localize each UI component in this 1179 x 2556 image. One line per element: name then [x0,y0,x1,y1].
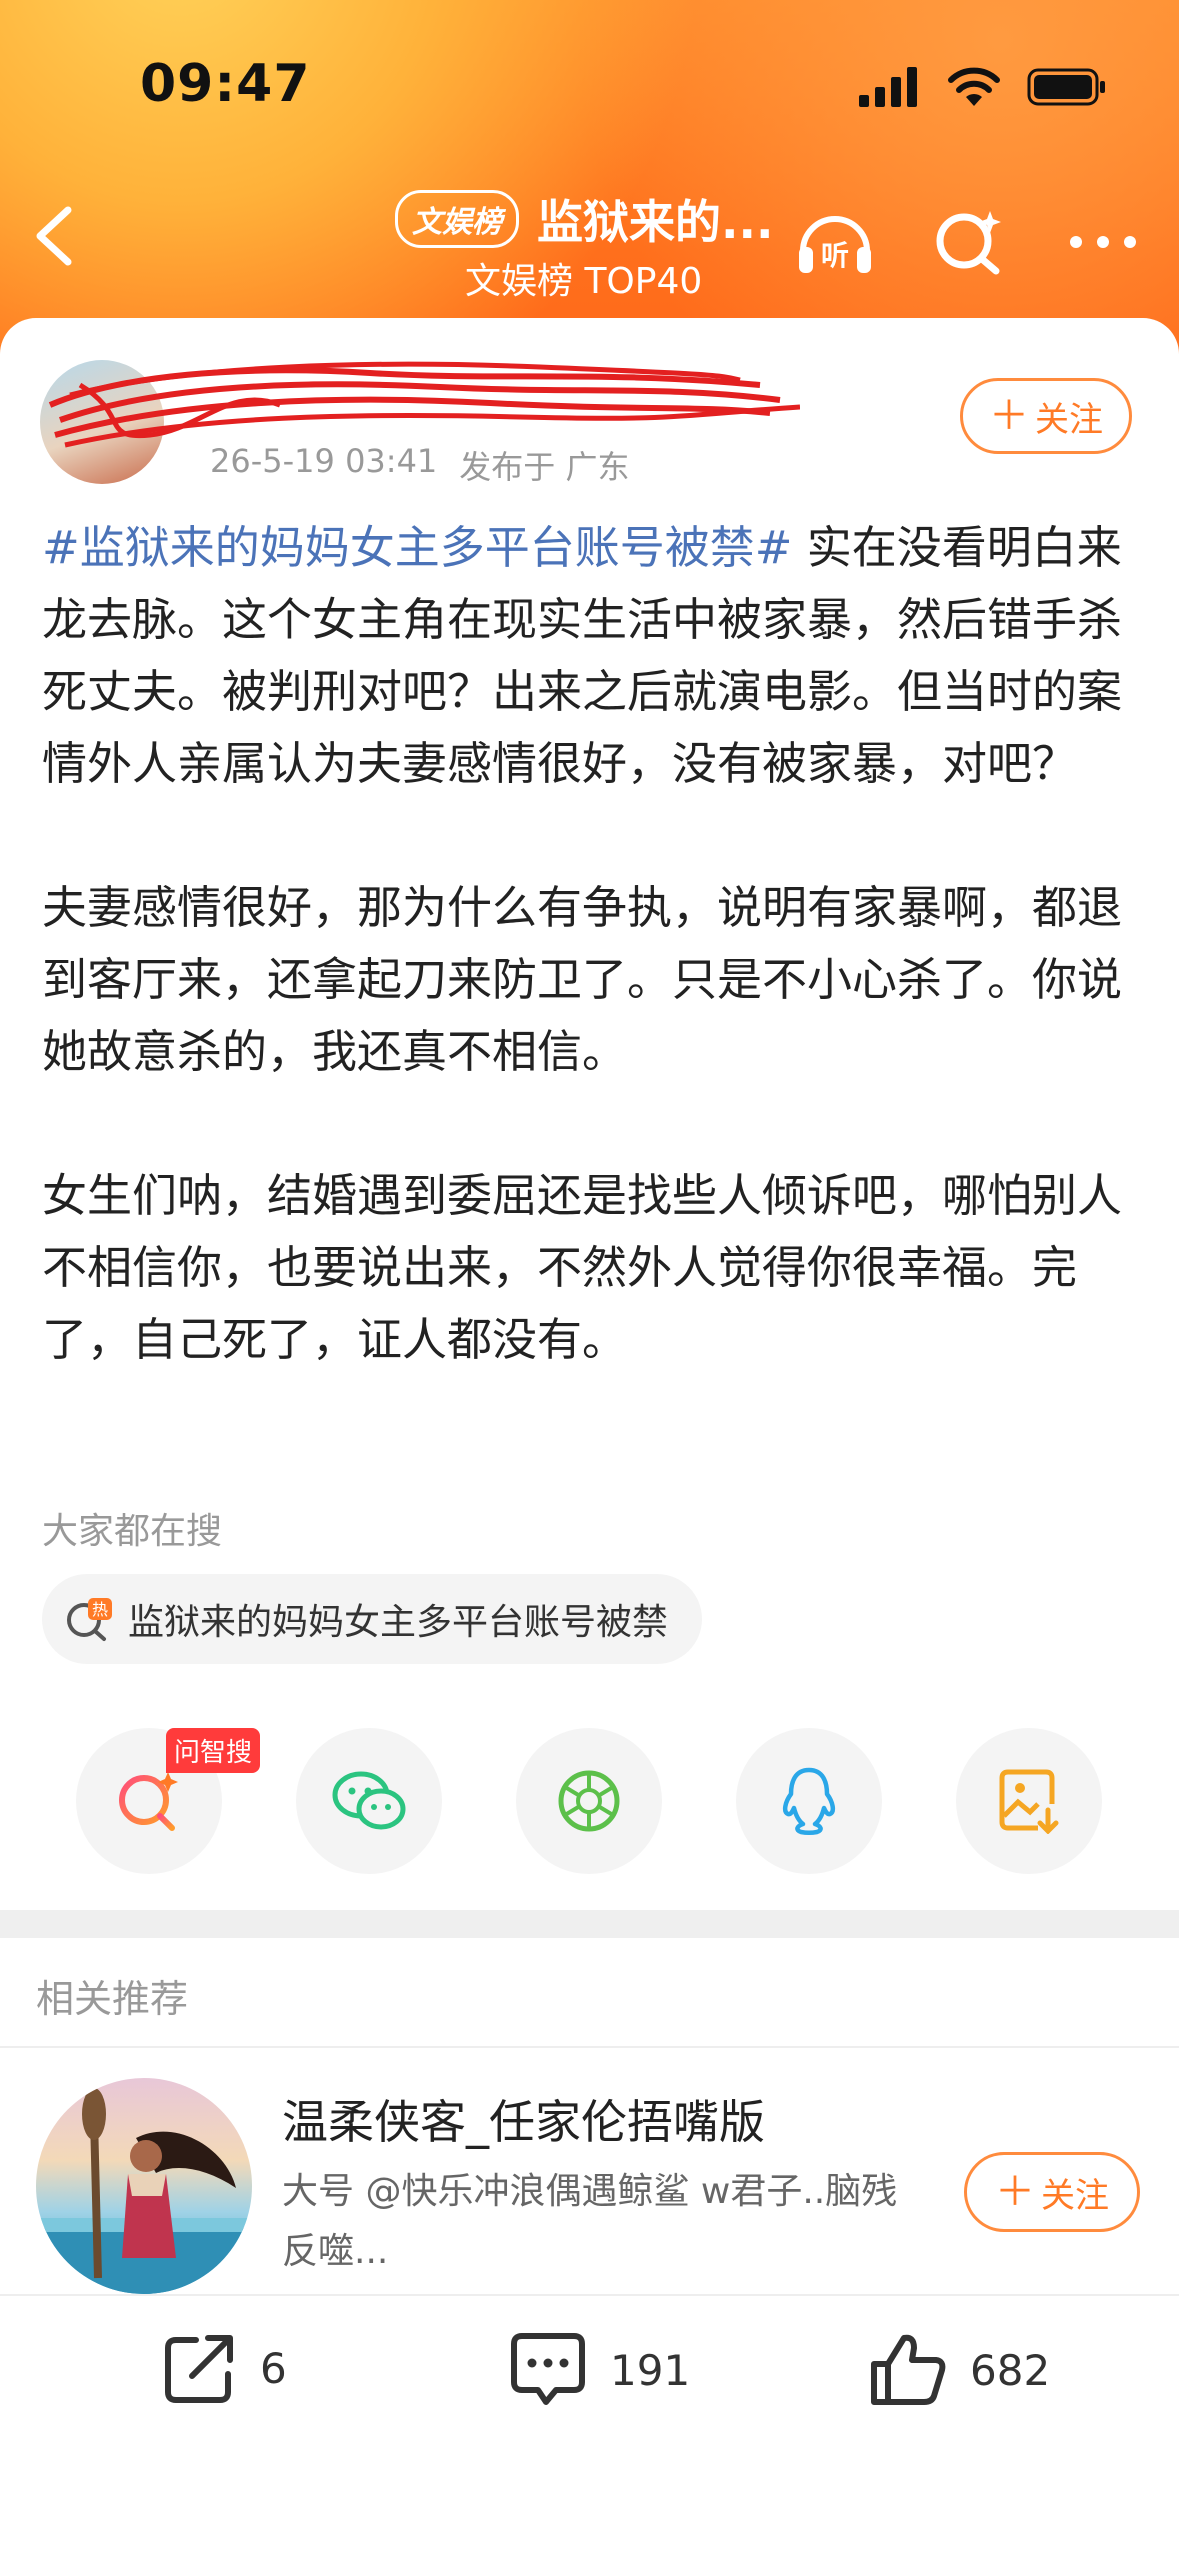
comment-count: 191 [610,2345,691,2395]
recommend-description: 大号 @快乐冲浪偶遇鲸鲨 w君子..脑残反噬... [282,2171,898,2272]
hot-search-icon: 热 [67,1598,112,1641]
qq-icon [782,1767,836,1835]
hot-search-text: 监狱来的妈妈女主多平台账号被禁 [128,1602,669,1643]
post-paragraph-2: 夫妻感情很好，那为什么有争执，说明有家暴啊，都退到客厅来，还拿起刀来防卫了。只是… [42,881,1123,1078]
listen-label: 听 [821,239,849,272]
back-icon[interactable] [32,206,76,266]
recommend-name[interactable]: 温柔侠客_任家伦捂嘴版 [282,2086,765,2152]
post-meta: 26-5-19 03:41 发布于 广东 [210,442,629,488]
section-divider [0,1910,1179,1938]
repost-count: 6 [260,2343,287,2393]
listen-button[interactable]: 听 [795,204,875,280]
avatar-illustration [36,2088,252,2294]
hot-badge: 热 [92,1600,108,1619]
like-button[interactable]: 682 [868,2330,1050,2410]
save-image-button[interactable] [956,1728,1102,1874]
wechat-icon [332,1771,406,1830]
follow-label: 关注 [1035,399,1103,440]
nav-actions: 听 [795,204,1143,280]
save-image-icon [999,1769,1059,1834]
comment-icon [511,2333,585,2405]
wechat-share-button[interactable] [296,1728,442,1874]
follow-recommend-label: 关注 [1041,2175,1109,2216]
search-hint: 大家都在搜 [42,1511,223,1552]
author-avatar[interactable] [40,360,164,484]
ranking-badge: 文娱榜 [395,190,519,248]
post-location: 发布于 广东 [459,448,630,486]
follow-recommend-button[interactable]: ＋ 关注 [964,2152,1140,2232]
plus-icon: ＋ [995,2169,1035,2215]
qq-share-button[interactable] [736,1728,882,1874]
more-button[interactable] [1063,204,1143,280]
post-body: #监狱来的妈妈女主多平台账号被禁# 实在没看明白来龙去脉。这个女主角在现实生活中… [42,512,1142,1376]
thumbs-up-icon [871,2334,946,2405]
nav-title-row[interactable]: 文娱榜 监狱来的... [395,186,773,252]
hot-search-chip[interactable]: 热 监狱来的妈妈女主多平台账号被禁 [42,1574,703,1664]
more-icon [1070,236,1136,248]
post-date: 26-5-19 03:41 [210,442,438,480]
post-hashtag[interactable]: #监狱来的妈妈女主多平台账号被禁# [42,521,792,574]
ai-search-tag: 问智搜 [166,1728,261,1773]
plus-icon: ＋ [989,393,1029,439]
wifi-icon [948,67,1000,106]
signal-icon [859,67,917,107]
recommend-section-title: 相关推荐 [36,1977,189,2021]
moments-icon [558,1770,620,1832]
post-paragraph-3: 女生们呐，结婚遇到委屈还是找些人倾诉吧，哪怕别人不相信你，也要说出来，不然外人觉… [42,1169,1123,1366]
page-subtitle: 文娱榜 TOP40 [465,261,703,302]
like-count: 682 [970,2345,1051,2395]
repost-icon [165,2335,233,2403]
search-sparkle-icon [936,211,1001,275]
status-icons [859,62,1107,112]
follow-author-button[interactable]: ＋ 关注 [960,378,1132,454]
battery-icon [1027,68,1105,106]
ai-search-icon [119,1772,178,1831]
post-paragraph-1: #监狱来的妈妈女主多平台账号被禁# 实在没看明白来龙去脉。这个女主角在现实生活中… [42,512,1142,800]
recommend-divider [0,2046,1179,2048]
headphones-icon: 听 [799,216,871,273]
moments-share-button[interactable] [516,1728,662,1874]
recommend-avatar[interactable] [36,2078,252,2294]
repost-button[interactable]: 6 [162,2330,287,2406]
search-button[interactable] [929,204,1009,280]
status-time: 09:47 [140,54,311,114]
page-title: 监狱来的... [537,195,774,249]
comment-button[interactable]: 191 [508,2330,690,2410]
bottom-divider [0,2294,1179,2296]
